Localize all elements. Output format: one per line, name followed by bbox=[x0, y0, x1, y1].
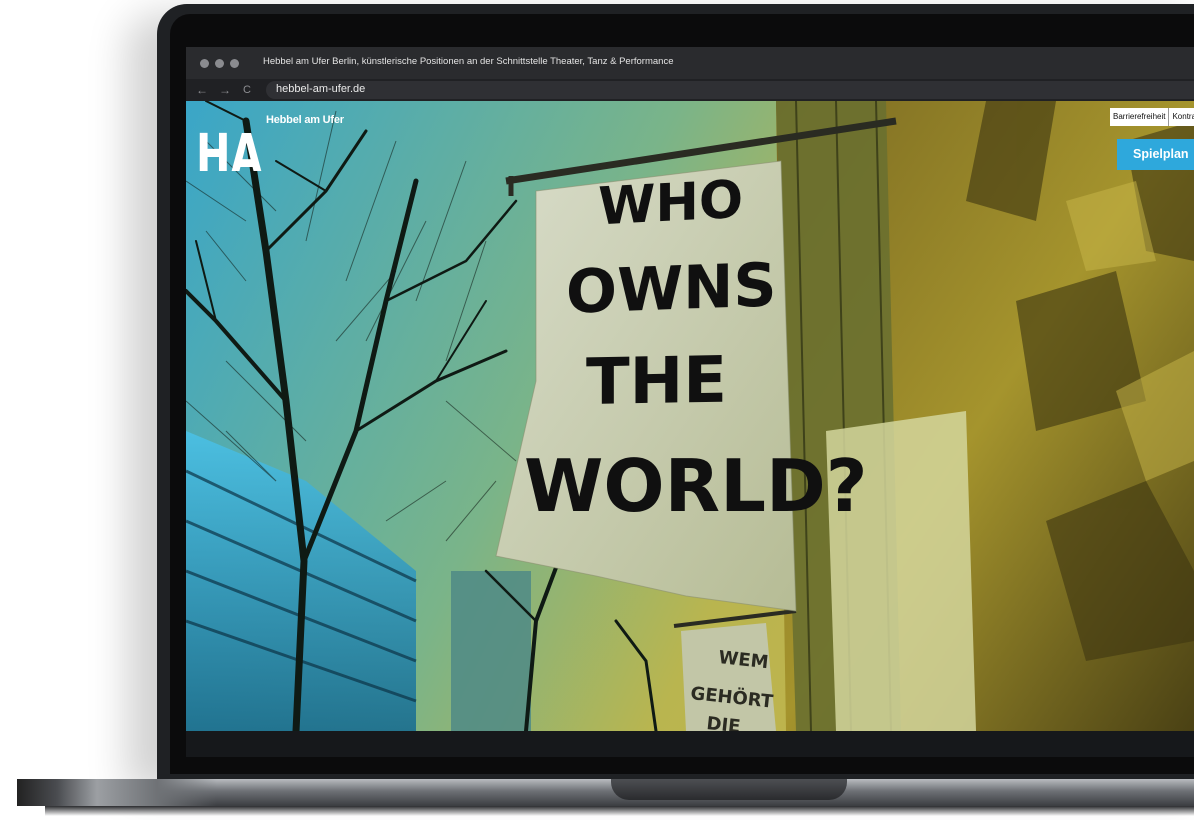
banner-line-4: WORLD? bbox=[524, 444, 867, 528]
laptop-base-shadow bbox=[45, 806, 1194, 816]
small-banner-line-3: DIE bbox=[705, 713, 741, 731]
window-zoom-dot[interactable] bbox=[230, 59, 239, 68]
url-field[interactable]: hebbel-am-ufer.de bbox=[266, 81, 1194, 99]
back-icon[interactable]: ← bbox=[196, 82, 208, 98]
page-viewport: WHO OWNS THE WORLD? WEM GEHÖRT DIE HAU H… bbox=[186, 101, 1194, 731]
window-minimize-dot[interactable] bbox=[215, 59, 224, 68]
reload-icon[interactable]: C bbox=[243, 82, 251, 98]
browser-titlebar: Hebbel am Ufer Berlin, künstlerische Pos… bbox=[186, 47, 1194, 79]
address-bar: ← → C hebbel-am-ufer.de bbox=[186, 79, 1194, 101]
banner-line-1: WHO bbox=[598, 170, 743, 238]
accessibility-link[interactable]: Barrierefreiheit bbox=[1110, 108, 1168, 126]
url-text: hebbel-am-ufer.de bbox=[276, 83, 366, 95]
banner-line-2: OWNS bbox=[566, 250, 777, 327]
laptop-base-edge bbox=[17, 779, 217, 806]
window-close-dot[interactable] bbox=[200, 59, 209, 68]
tab-title[interactable]: Hebbel am Ufer Berlin, künstlerische Pos… bbox=[263, 56, 673, 67]
forward-icon[interactable]: → bbox=[219, 82, 231, 98]
laptop-hinge-notch bbox=[611, 779, 847, 800]
utility-links: Barrierefreiheit Kontra bbox=[1110, 108, 1194, 126]
spielplan-button[interactable]: Spielplan bbox=[1117, 139, 1194, 170]
contrast-link[interactable]: Kontra bbox=[1168, 108, 1194, 126]
hero-image: WHO OWNS THE WORLD? WEM GEHÖRT DIE bbox=[186, 101, 1194, 731]
screen-bottom-strip bbox=[186, 731, 1194, 757]
browser-window: Hebbel am Ufer Berlin, künstlerische Pos… bbox=[186, 47, 1194, 757]
svg-text:HAU: HAU bbox=[196, 122, 262, 171]
banner-line-3: THE bbox=[586, 344, 727, 420]
logo-subtitle: Hebbel am Ufer bbox=[266, 114, 344, 126]
hau-logo[interactable]: HAU bbox=[196, 113, 262, 171]
